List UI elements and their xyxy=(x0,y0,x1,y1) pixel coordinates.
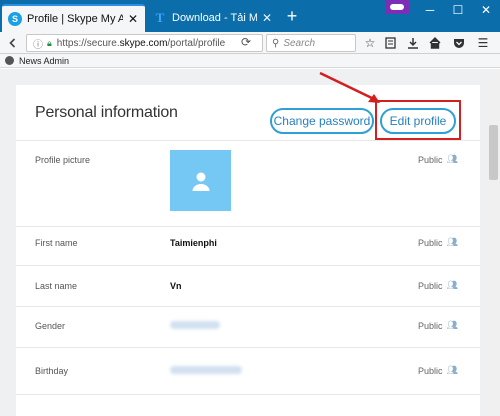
scrollbar-track[interactable] xyxy=(487,69,500,416)
blurred-gender-value xyxy=(170,321,220,329)
first-name-value: Taimienphi xyxy=(170,238,217,248)
row-divider xyxy=(16,394,480,395)
skype-icon: S xyxy=(8,12,22,26)
page-title: Personal information xyxy=(35,104,178,121)
minimize-icon[interactable]: ─ xyxy=(416,0,444,20)
people-icon: 👥︎ xyxy=(446,154,458,164)
search-input[interactable]: ⚲ Search xyxy=(266,34,356,52)
last-name-row xyxy=(16,265,480,266)
red-arrow-annotation xyxy=(319,71,380,103)
tab-download[interactable]: T Download - Tải Miễn Phí ... ✕ xyxy=(147,4,279,32)
scrollbar-thumb[interactable] xyxy=(489,125,498,180)
home-icon[interactable] xyxy=(427,35,443,51)
user-silhouette-icon xyxy=(192,172,209,191)
back-icon[interactable] xyxy=(5,35,21,51)
field-label: Profile picture xyxy=(35,155,91,165)
field-label: Birthday xyxy=(35,366,69,376)
bookmark-star-icon[interactable]: ☆ xyxy=(362,35,378,51)
tab-bar: S Profile | Skype My Account ✕ T Downloa… xyxy=(0,0,500,32)
new-tab-button[interactable]: + xyxy=(282,7,302,25)
privacy-setting[interactable]: Public 👥︎ xyxy=(418,280,458,291)
profile-picture-row xyxy=(16,140,480,141)
tab-profile[interactable]: S Profile | Skype My Account ✕ xyxy=(2,4,145,32)
info-icon[interactable]: ⓘ xyxy=(33,36,43,51)
close-icon[interactable]: ✕ xyxy=(127,12,139,26)
url-text: https://secure.skype.com/portal/profile xyxy=(56,37,226,49)
bookmark-news-admin[interactable]: News Admin xyxy=(19,56,69,66)
maximize-icon[interactable]: ☐ xyxy=(444,0,472,20)
field-label: Gender xyxy=(35,321,66,331)
close-window-icon[interactable]: ✕ xyxy=(472,0,500,20)
pocket-icon[interactable] xyxy=(451,35,467,51)
gender-row xyxy=(16,306,480,307)
t-letter-icon: T xyxy=(155,10,165,25)
avatar[interactable] xyxy=(170,150,231,211)
reload-icon[interactable]: ⟳ xyxy=(241,35,251,49)
field-label: Last name xyxy=(35,281,78,291)
last-name-value: Vn xyxy=(170,281,182,291)
first-name-row xyxy=(16,226,480,227)
private-browsing-icon xyxy=(385,0,409,14)
birthday-row xyxy=(16,347,480,348)
menu-icon[interactable]: ☰ xyxy=(475,35,491,51)
privacy-setting[interactable]: Public 👥︎ xyxy=(418,320,458,331)
globe-icon xyxy=(5,56,14,65)
search-icon: ⚲ xyxy=(272,37,280,49)
download-icon[interactable] xyxy=(405,35,421,51)
navigation-bar: ⓘ 🔒︎ https://secure.skype.com/portal/pro… xyxy=(0,32,500,54)
change-password-button[interactable]: Change password xyxy=(270,108,374,134)
privacy-setting[interactable]: Public 👥︎ xyxy=(418,237,458,248)
reading-list-icon[interactable] xyxy=(382,35,398,51)
people-icon: 👥︎ xyxy=(446,237,458,247)
url-bar[interactable]: ⓘ 🔒︎ https://secure.skype.com/portal/pro… xyxy=(26,34,263,52)
privacy-setting[interactable]: Public 👥︎ xyxy=(418,365,458,376)
blurred-birthday-value xyxy=(170,366,242,374)
close-icon[interactable]: ✕ xyxy=(261,11,273,25)
search-placeholder: Search xyxy=(283,37,316,49)
tab-title: Profile | Skype My Account xyxy=(27,13,123,25)
people-icon: 👥︎ xyxy=(446,320,458,330)
people-icon: 👥︎ xyxy=(446,280,458,290)
bookmarks-bar: News Admin xyxy=(0,54,500,68)
people-icon: 👥︎ xyxy=(446,365,458,375)
privacy-setting[interactable]: Public 👥︎ xyxy=(418,154,458,165)
lock-icon: 🔒︎ xyxy=(47,37,52,48)
field-label: First name xyxy=(35,238,78,248)
tab-title: Download - Tải Miễn Phí ... xyxy=(172,12,257,24)
